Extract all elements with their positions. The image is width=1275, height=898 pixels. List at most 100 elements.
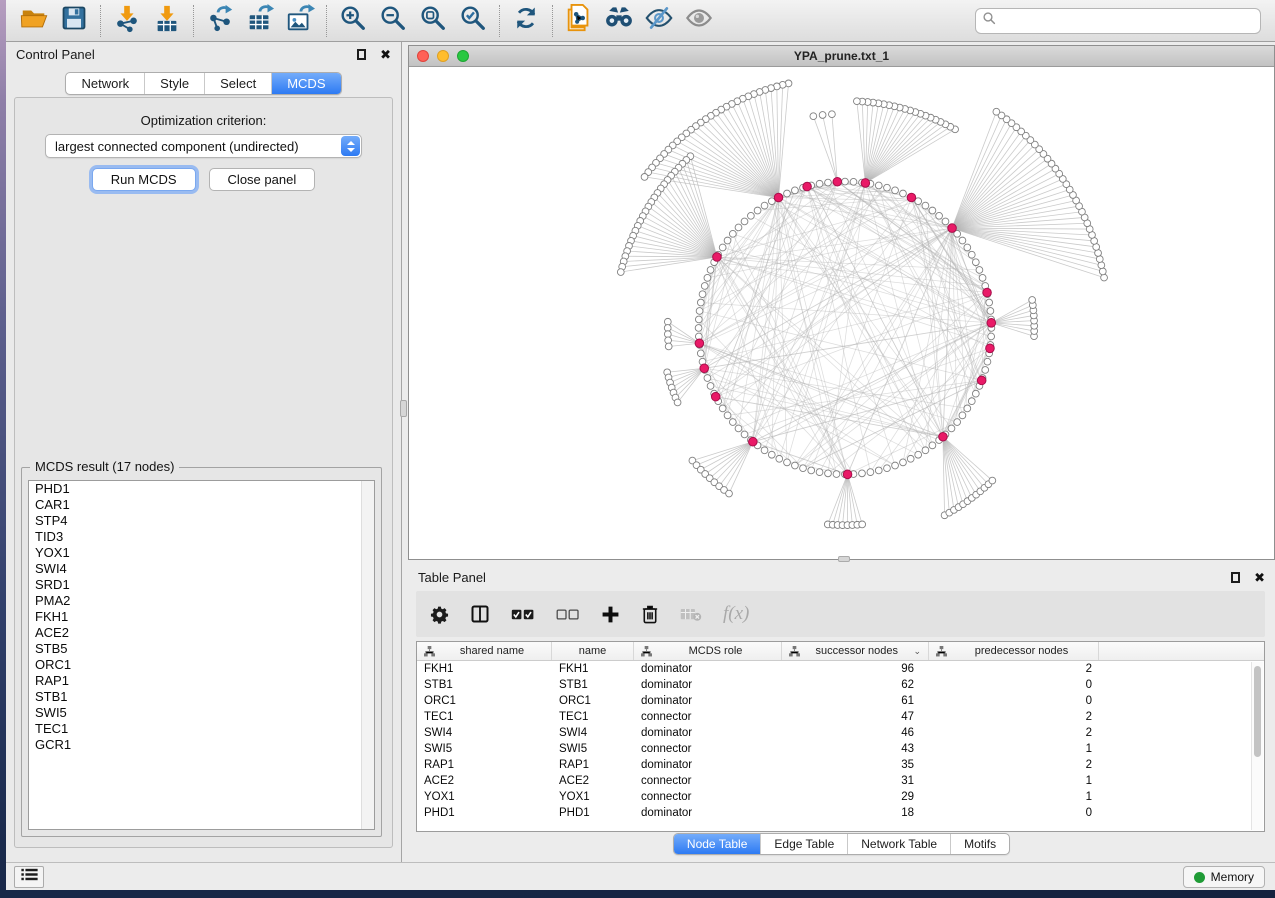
cell-shared-name[interactable]: RAP1 <box>417 759 552 771</box>
tab-edge-table[interactable]: Edge Table <box>761 834 848 854</box>
hide-selected-button[interactable] <box>639 3 679 39</box>
table-scrollbar[interactable] <box>1251 662 1263 830</box>
cell-mcds-role[interactable]: dominator <box>634 759 782 771</box>
cell-mcds-role[interactable]: dominator <box>634 695 782 707</box>
column-header-mcds-role[interactable]: MCDS role <box>634 642 782 660</box>
import-network-button[interactable] <box>107 3 147 39</box>
zoom-out-button[interactable] <box>373 3 413 39</box>
cell-name[interactable]: YOX1 <box>552 791 634 803</box>
cell-name[interactable]: PHD1 <box>552 807 634 819</box>
cell-name[interactable]: ORC1 <box>552 695 634 707</box>
cell-mcds-role[interactable]: dominator <box>634 727 782 739</box>
cell-mcds-role[interactable]: connector <box>634 711 782 723</box>
show-column-panel-icon[interactable] <box>470 604 490 624</box>
cell-shared-name[interactable]: SWI4 <box>417 727 552 739</box>
tab-style[interactable]: Style <box>145 73 205 94</box>
network-graph[interactable] <box>409 67 1274 559</box>
tab-mcds[interactable]: MCDS <box>272 73 340 94</box>
float-panel-icon[interactable] <box>1231 572 1240 583</box>
show-hidden-button[interactable] <box>679 3 719 39</box>
cell-successor-nodes[interactable]: 29 <box>782 791 929 803</box>
tab-network-table[interactable]: Network Table <box>848 834 951 854</box>
close-panel-icon[interactable]: ✖ <box>1254 571 1265 584</box>
float-panel-icon[interactable] <box>357 49 366 60</box>
mcds-list-scrollbar[interactable] <box>361 481 374 829</box>
select-all-columns-icon[interactable] <box>511 608 535 621</box>
run-mcds-button[interactable]: Run MCDS <box>92 168 196 191</box>
search-input[interactable] <box>997 11 1254 31</box>
cell-predecessor-nodes[interactable]: 0 <box>929 679 1099 691</box>
optimization-criterion-select[interactable]: largest connected component (undirected) <box>45 134 362 158</box>
task-history-button[interactable] <box>14 866 44 888</box>
cell-successor-nodes[interactable]: 96 <box>782 663 929 675</box>
new-network-from-selection-button[interactable] <box>559 3 599 39</box>
cell-predecessor-nodes[interactable]: 0 <box>929 695 1099 707</box>
cell-name[interactable]: TEC1 <box>552 711 634 723</box>
cell-shared-name[interactable]: FKH1 <box>417 663 552 675</box>
table-row[interactable]: ORC1 ORC1 dominator 61 0 <box>417 693 1264 709</box>
cell-predecessor-nodes[interactable]: 1 <box>929 775 1099 787</box>
table-row[interactable]: ACE2 ACE2 connector 31 1 <box>417 773 1264 789</box>
cell-name[interactable]: RAP1 <box>552 759 634 771</box>
table-row[interactable]: TEC1 TEC1 connector 47 2 <box>417 709 1264 725</box>
cell-successor-nodes[interactable]: 62 <box>782 679 929 691</box>
close-panel-button[interactable]: Close panel <box>209 168 316 191</box>
cell-successor-nodes[interactable]: 18 <box>782 807 929 819</box>
cell-mcds-role[interactable]: dominator <box>634 663 782 675</box>
cell-successor-nodes[interactable]: 43 <box>782 743 929 755</box>
column-header-successor-nodes[interactable]: successor nodes ⌄ <box>782 642 929 660</box>
horizontal-splitter-handle[interactable] <box>838 556 850 562</box>
cell-shared-name[interactable]: STB1 <box>417 679 552 691</box>
cell-predecessor-nodes[interactable]: 1 <box>929 791 1099 803</box>
cell-successor-nodes[interactable]: 47 <box>782 711 929 723</box>
zoom-selected-button[interactable] <box>453 3 493 39</box>
cell-predecessor-nodes[interactable]: 1 <box>929 743 1099 755</box>
cell-mcds-role[interactable]: connector <box>634 743 782 755</box>
cell-shared-name[interactable]: TEC1 <box>417 711 552 723</box>
cell-name[interactable]: STB1 <box>552 679 634 691</box>
vertical-splitter-handle[interactable] <box>400 400 407 417</box>
table-row[interactable]: SWI4 SWI4 dominator 46 2 <box>417 725 1264 741</box>
cell-shared-name[interactable]: PHD1 <box>417 807 552 819</box>
cell-predecessor-nodes[interactable]: 2 <box>929 727 1099 739</box>
cell-predecessor-nodes[interactable]: 2 <box>929 663 1099 675</box>
cell-name[interactable]: SWI5 <box>552 743 634 755</box>
tab-network[interactable]: Network <box>66 73 145 94</box>
delete-column-trash-icon[interactable] <box>641 604 659 624</box>
export-image-button[interactable] <box>280 3 320 39</box>
import-table-button[interactable] <box>147 3 187 39</box>
cell-name[interactable]: SWI4 <box>552 727 634 739</box>
cell-successor-nodes[interactable]: 46 <box>782 727 929 739</box>
cell-mcds-role[interactable]: connector <box>634 791 782 803</box>
cell-successor-nodes[interactable]: 31 <box>782 775 929 787</box>
cell-shared-name[interactable]: ORC1 <box>417 695 552 707</box>
apply-layout-button[interactable] <box>506 3 546 39</box>
zoom-in-button[interactable] <box>333 3 373 39</box>
table-row[interactable]: FKH1 FKH1 dominator 96 2 <box>417 661 1264 677</box>
tab-node-table[interactable]: Node Table <box>674 834 762 854</box>
cell-mcds-role[interactable]: dominator <box>634 679 782 691</box>
save-session-button[interactable] <box>54 3 94 39</box>
export-table-button[interactable] <box>240 3 280 39</box>
network-titlebar[interactable]: YPA_prune.txt_1 <box>409 46 1274 67</box>
zoom-fit-button[interactable] <box>413 3 453 39</box>
search-box[interactable] <box>975 8 1261 34</box>
column-header-predecessor-nodes[interactable]: predecessor nodes <box>929 642 1099 660</box>
table-row[interactable]: SWI5 SWI5 connector 43 1 <box>417 741 1264 757</box>
mcds-result-list[interactable]: PHD1CAR1STP4TID3YOX1SWI4SRD1PMA2FKH1ACE2… <box>28 480 375 830</box>
network-canvas[interactable] <box>409 67 1274 559</box>
deselect-all-columns-icon[interactable] <box>556 608 580 621</box>
cell-shared-name[interactable]: YOX1 <box>417 791 552 803</box>
cell-successor-nodes[interactable]: 61 <box>782 695 929 707</box>
table-row[interactable]: PHD1 PHD1 dominator 18 0 <box>417 805 1264 821</box>
cell-predecessor-nodes[interactable]: 0 <box>929 807 1099 819</box>
cell-mcds-role[interactable]: dominator <box>634 807 782 819</box>
export-network-button[interactable] <box>200 3 240 39</box>
cell-shared-name[interactable]: ACE2 <box>417 775 552 787</box>
cell-predecessor-nodes[interactable]: 2 <box>929 711 1099 723</box>
table-settings-gear-icon[interactable] <box>430 605 449 624</box>
create-column-plus-icon[interactable] <box>601 605 620 624</box>
cell-mcds-role[interactable]: connector <box>634 775 782 787</box>
cell-name[interactable]: ACE2 <box>552 775 634 787</box>
table-scrollbar-thumb[interactable] <box>1254 666 1261 757</box>
